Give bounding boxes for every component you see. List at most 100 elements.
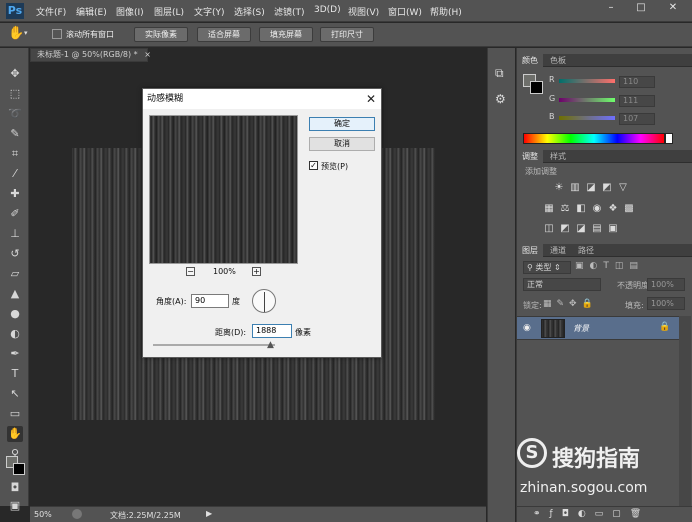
channel-b-value[interactable]: 107 [619, 113, 655, 125]
brightness-contrast-icon[interactable]: ☀ [553, 182, 565, 194]
channel-r-slider[interactable] [559, 79, 615, 83]
color-panel-background-swatch[interactable] [530, 81, 543, 94]
distance-slider-handle[interactable]: ▲ [267, 340, 274, 350]
eraser-tool-icon[interactable]: ▱ [7, 266, 23, 282]
minimize-icon[interactable]: – [596, 0, 626, 16]
menu-select[interactable]: 选择(S) [234, 5, 265, 18]
blur-tool-icon[interactable]: ● [7, 306, 23, 322]
layer-name[interactable]: 背景 [573, 323, 589, 334]
move-tool-icon[interactable]: ✥ [7, 66, 23, 82]
layer-filter-icons[interactable]: ▣◐T◫▤ [575, 261, 644, 271]
menu-file[interactable]: 文件(F) [36, 5, 66, 18]
paint-bucket-tool-icon[interactable]: ▲ [7, 286, 23, 302]
posterize-icon[interactable]: ◩ [559, 223, 571, 235]
fit-screen-button[interactable]: 适合屏幕 [197, 27, 251, 42]
menu-type[interactable]: 文字(Y) [194, 5, 225, 18]
tab-channels[interactable]: 通道 [545, 244, 571, 257]
tab-swatches[interactable]: 色板 [545, 54, 571, 67]
layer-filter-select[interactable]: ⚲ 类型 ⇕ [523, 261, 571, 274]
distance-input[interactable]: 1888 [252, 324, 292, 338]
tab-styles[interactable]: 样式 [545, 150, 571, 163]
tool-preset-chevron-icon[interactable]: ▾ [24, 29, 28, 37]
menu-3d[interactable]: 3D(D) [314, 5, 341, 15]
color-balance-icon[interactable]: ⚖ [559, 203, 571, 215]
gradient-map-icon[interactable]: ▤ [591, 223, 603, 235]
tab-adjustments[interactable]: 调整 [517, 150, 543, 163]
history-panel-icon[interactable]: ⧉ [495, 66, 504, 81]
path-select-tool-icon[interactable]: ↖ [7, 386, 23, 402]
close-icon[interactable]: ✕ [658, 0, 688, 16]
marquee-tool-icon[interactable]: ⬚ [7, 86, 23, 102]
status-menu-arrow-icon[interactable]: ▶ [206, 509, 212, 518]
threshold-icon[interactable]: ◪ [575, 223, 587, 235]
blend-mode-select[interactable]: 正常 [523, 278, 601, 291]
tab-paths[interactable]: 路径 [573, 244, 599, 257]
angle-dial[interactable] [252, 289, 276, 313]
pen-tool-icon[interactable]: ✒ [7, 346, 23, 362]
type-tool-icon[interactable]: T [7, 366, 23, 382]
screen-mode-icon[interactable]: ▣ [7, 498, 23, 514]
menu-help[interactable]: 帮助(H) [430, 5, 462, 18]
brush-tool-icon[interactable]: ✐ [7, 206, 23, 222]
restore-icon[interactable]: □ [626, 0, 656, 16]
channel-b-slider[interactable] [559, 116, 615, 120]
hand-tool-icon[interactable]: ✋ [8, 26, 24, 41]
channel-g-value[interactable]: 111 [619, 95, 655, 107]
status-info-icon[interactable] [72, 509, 82, 519]
filter-preview[interactable] [149, 115, 298, 264]
history-brush-tool-icon[interactable]: ↺ [7, 246, 23, 262]
exposure-icon[interactable]: ◩ [601, 182, 613, 194]
quick-select-tool-icon[interactable]: ✎ [7, 126, 23, 142]
eyedropper-tool-icon[interactable]: ⁄ [7, 166, 23, 182]
scroll-all-checkbox[interactable] [52, 29, 62, 39]
photo-filter-icon[interactable]: ◉ [591, 203, 603, 215]
fill-input[interactable]: 100% [647, 297, 685, 310]
zoom-level[interactable]: 50% [34, 510, 52, 519]
color-lookup-icon[interactable]: ▩ [623, 203, 635, 215]
ok-button[interactable]: 确定 [309, 117, 375, 131]
vibrance-icon[interactable]: ▽ [617, 182, 629, 194]
print-size-button[interactable]: 打印尺寸 [320, 27, 374, 42]
channel-r-value[interactable]: 110 [619, 76, 655, 88]
menu-layer[interactable]: 图层(L) [154, 5, 184, 18]
zoom-in-icon[interactable]: + [252, 267, 261, 276]
visibility-eye-icon[interactable]: ◉ [523, 323, 531, 333]
tab-color[interactable]: 颜色 [517, 54, 543, 67]
opacity-input[interactable]: 100% [647, 278, 685, 291]
healing-brush-tool-icon[interactable]: ✚ [7, 186, 23, 202]
tab-close-icon[interactable]: × [144, 50, 151, 59]
layers-scrollbar[interactable] [679, 316, 691, 506]
lasso-tool-icon[interactable]: ➰ [7, 106, 23, 122]
layer-row[interactable]: ◉ 背景 🔒 [517, 316, 679, 340]
preview-checkbox[interactable]: ✓ [309, 161, 318, 170]
hand-tool-icon[interactable]: ✋ [7, 426, 23, 442]
channel-mixer-icon[interactable]: ❖ [607, 203, 619, 215]
dodge-tool-icon[interactable]: ◐ [7, 326, 23, 342]
invert-icon[interactable]: ◫ [543, 223, 555, 235]
black-white-icon[interactable]: ◧ [575, 203, 587, 215]
levels-icon[interactable]: ▥ [569, 182, 581, 194]
menu-window[interactable]: 窗口(W) [388, 5, 422, 18]
selective-color-icon[interactable]: ▣ [607, 223, 619, 235]
curves-icon[interactable]: ◪ [585, 182, 597, 194]
document-tab[interactable]: 未标题-1 @ 50%(RGB/8) * × [30, 48, 151, 62]
channel-g-slider[interactable] [559, 98, 615, 102]
hue-saturation-icon[interactable]: ▦ [543, 203, 555, 215]
rectangle-tool-icon[interactable]: ▭ [7, 406, 23, 422]
lock-icons[interactable]: ▦✎✥🔒 [543, 299, 598, 309]
fill-screen-button[interactable]: 填充屏幕 [259, 27, 313, 42]
properties-panel-icon[interactable]: ⚙ [495, 92, 506, 106]
white-swatch[interactable] [665, 133, 673, 144]
actual-pixels-button[interactable]: 实际像素 [134, 27, 188, 42]
crop-tool-icon[interactable]: ⌗ [7, 146, 23, 162]
zoom-out-icon[interactable]: − [186, 267, 195, 276]
layers-footer-icons[interactable]: ⚭ƒ◘◐▭▢🗑 [517, 506, 692, 522]
cancel-button[interactable]: 取消 [309, 137, 375, 151]
distance-slider-track[interactable] [153, 344, 275, 346]
close-icon[interactable]: ✕ [363, 91, 379, 107]
menu-edit[interactable]: 编辑(E) [76, 5, 107, 18]
background-color-swatch[interactable] [13, 463, 25, 475]
clone-stamp-tool-icon[interactable]: ⊥ [7, 226, 23, 242]
color-spectrum-bar[interactable] [523, 133, 665, 144]
angle-input[interactable]: 90 [191, 294, 229, 308]
